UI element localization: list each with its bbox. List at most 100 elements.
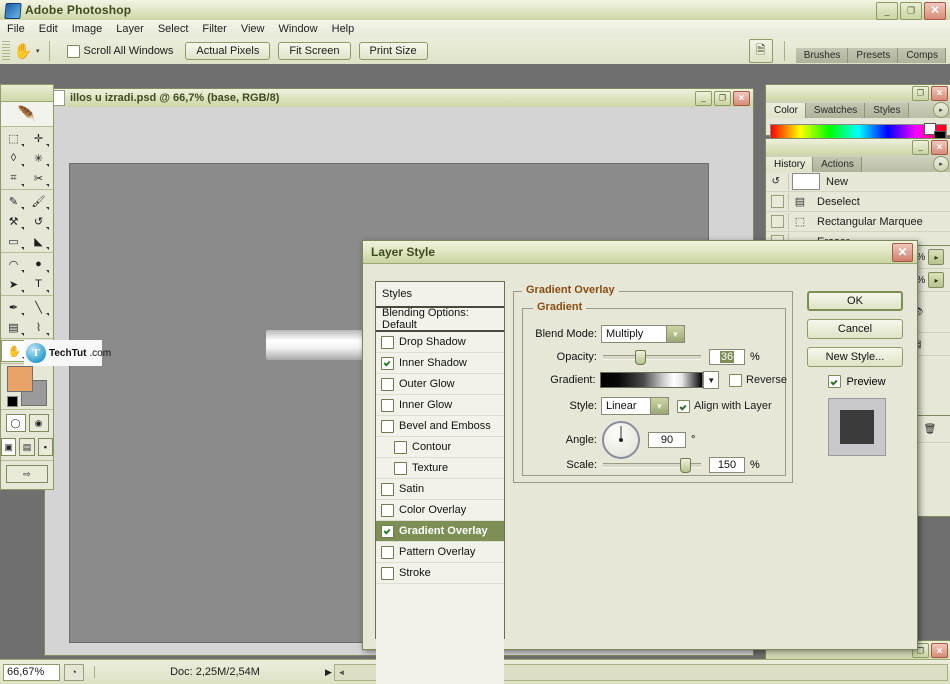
- effect-checkbox[interactable]: [394, 440, 407, 454]
- angle-input[interactable]: 90: [648, 432, 686, 448]
- full-screen-icon[interactable]: ▪: [37, 438, 53, 456]
- dialog-title-bar[interactable]: Layer Style ✕: [363, 241, 917, 264]
- menu-item-file[interactable]: File: [0, 22, 32, 36]
- options-bar-grip[interactable]: [2, 41, 10, 61]
- actual-pixels-button[interactable]: Actual Pixels: [185, 42, 271, 60]
- effect-checkbox[interactable]: [381, 356, 394, 370]
- history-item[interactable]: ⬚ Rectangular Marquee: [766, 212, 950, 232]
- full-screen-menubar-icon[interactable]: ▤: [19, 438, 35, 456]
- foreground-color-swatch[interactable]: [7, 366, 33, 392]
- palette-well-icon[interactable]: 🗎: [748, 39, 773, 63]
- healing-brush-icon[interactable]: ✎: [1, 191, 26, 211]
- preview-icon[interactable]: ◔: [64, 663, 84, 681]
- tab-presets[interactable]: Presets: [848, 48, 899, 63]
- effect-item-stroke[interactable]: Stroke: [376, 563, 504, 584]
- effect-item-contour[interactable]: Contour: [376, 437, 504, 458]
- effect-checkbox[interactable]: [381, 545, 394, 559]
- menu-item-image[interactable]: Image: [65, 22, 110, 36]
- gradient-preview-bar[interactable]: [599, 372, 704, 388]
- brush-icon[interactable]: 🖌: [26, 191, 51, 211]
- hand-tool-icon[interactable]: ✋: [10, 39, 36, 63]
- quick-mask-icon[interactable]: ◉: [28, 414, 49, 432]
- effect-checkbox[interactable]: [381, 566, 394, 580]
- tab-styles[interactable]: Styles: [865, 103, 909, 118]
- effect-item-satin[interactable]: Satin: [376, 479, 504, 500]
- color-palette-title-bar[interactable]: ❐ ✕: [766, 85, 950, 101]
- eraser-icon[interactable]: ▭: [1, 231, 26, 251]
- new-style-button[interactable]: New Style...: [807, 347, 903, 367]
- tab-color[interactable]: Color: [766, 103, 806, 118]
- blending-options-item[interactable]: Blending Options: Default: [376, 307, 504, 332]
- dialog-close-button[interactable]: ✕: [892, 242, 913, 262]
- layers-opacity-arrow-icon[interactable]: ▸: [928, 249, 945, 265]
- effect-checkbox[interactable]: [381, 482, 394, 496]
- tab-brushes[interactable]: Brushes: [795, 48, 849, 63]
- opacity-input[interactable]: 36: [709, 349, 745, 365]
- cancel-button[interactable]: Cancel: [807, 319, 903, 339]
- standard-mask-icon[interactable]: ◯: [5, 414, 26, 432]
- minimize-button[interactable]: _: [876, 2, 898, 20]
- rectangular-marquee-icon[interactable]: ⬚: [1, 128, 26, 148]
- tab-actions[interactable]: Actions: [813, 157, 862, 172]
- toolbox-drag-handle[interactable]: [1, 85, 53, 102]
- menu-item-view[interactable]: View: [234, 22, 272, 36]
- effect-checkbox[interactable]: [381, 524, 394, 538]
- effect-checkbox[interactable]: [381, 377, 394, 391]
- history-palette-menu-icon[interactable]: ▸: [933, 156, 949, 172]
- layers-fill-arrow-icon[interactable]: ▸: [928, 272, 945, 288]
- style-select[interactable]: Linear ▼: [601, 397, 669, 415]
- tab-history[interactable]: History: [766, 157, 814, 172]
- history-state-toggle[interactable]: [766, 193, 789, 210]
- document-minimize-button[interactable]: _: [695, 90, 712, 106]
- effect-item-gradient-overlay[interactable]: Gradient Overlay: [376, 521, 504, 542]
- history-state-toggle[interactable]: [766, 213, 789, 230]
- effect-item-pattern-overlay[interactable]: Pattern Overlay: [376, 542, 504, 563]
- color-palette-menu-icon[interactable]: ▸: [933, 102, 949, 118]
- standard-screen-icon[interactable]: ▣: [1, 438, 17, 456]
- history-palette-close-button[interactable]: ✕: [931, 139, 948, 155]
- status-expand-arrow-icon[interactable]: ▶: [325, 667, 332, 678]
- menu-item-edit[interactable]: Edit: [32, 22, 65, 36]
- print-size-button[interactable]: Print Size: [358, 42, 428, 60]
- tool-preset-chevron-down-icon[interactable]: ▾: [36, 47, 40, 55]
- path-selection-icon[interactable]: ➤: [1, 274, 26, 294]
- trash-icon[interactable]: 🗑: [924, 424, 937, 435]
- tab-swatches[interactable]: Swatches: [805, 103, 866, 118]
- effect-item-color-overlay[interactable]: Color Overlay: [376, 500, 504, 521]
- reverse-checkbox[interactable]: Reverse: [729, 373, 787, 387]
- magic-wand-icon[interactable]: ✳: [26, 148, 51, 168]
- effect-item-drop-shadow[interactable]: Drop Shadow: [376, 332, 504, 353]
- effect-checkbox[interactable]: [394, 461, 407, 475]
- clone-stamp-icon[interactable]: ⚒: [1, 211, 26, 231]
- document-restore-button[interactable]: ❐: [714, 90, 731, 106]
- slider-handle[interactable]: [634, 350, 646, 365]
- pen-icon[interactable]: ✒: [1, 297, 26, 317]
- history-palette-title-bar[interactable]: _ ✕: [766, 139, 950, 155]
- gradient-picker-chevron-down-icon[interactable]: ▼: [703, 371, 720, 389]
- effect-checkbox[interactable]: [381, 419, 394, 433]
- color-palette-close-button[interactable]: ✕: [931, 85, 948, 101]
- blur-icon[interactable]: ◠: [1, 254, 26, 274]
- ok-button[interactable]: OK: [807, 291, 903, 311]
- scale-slider[interactable]: [603, 458, 701, 473]
- document-title-bar[interactable]: illos u izradi.psd @ 66,7% (base, RGB/8)…: [45, 89, 753, 108]
- effect-checkbox[interactable]: [381, 398, 394, 412]
- effect-item-bevel-and-emboss[interactable]: Bevel and Emboss: [376, 416, 504, 437]
- color-palette-restore-button[interactable]: ❐: [912, 85, 929, 101]
- styles-list-header[interactable]: Styles: [376, 282, 504, 308]
- tab-comps[interactable]: Comps: [898, 48, 946, 63]
- menu-item-window[interactable]: Window: [272, 22, 325, 36]
- history-brush-icon[interactable]: ↺: [26, 211, 51, 231]
- effect-item-texture[interactable]: Texture: [376, 458, 504, 479]
- lasso-icon[interactable]: ◊: [1, 148, 26, 168]
- document-close-button[interactable]: ✕: [733, 90, 750, 106]
- slice-icon[interactable]: ✂: [26, 168, 51, 188]
- angle-dial[interactable]: [602, 421, 640, 459]
- restore-button[interactable]: ❐: [900, 2, 922, 20]
- move-icon[interactable]: ✛: [26, 128, 51, 148]
- crop-icon[interactable]: ⌗: [1, 168, 26, 188]
- eyedropper-icon[interactable]: ⌇: [26, 317, 51, 337]
- scroll-left-arrow-icon[interactable]: ◄: [335, 666, 348, 679]
- menu-item-help[interactable]: Help: [325, 22, 362, 36]
- zoom-level-field[interactable]: 66,67%: [3, 663, 60, 681]
